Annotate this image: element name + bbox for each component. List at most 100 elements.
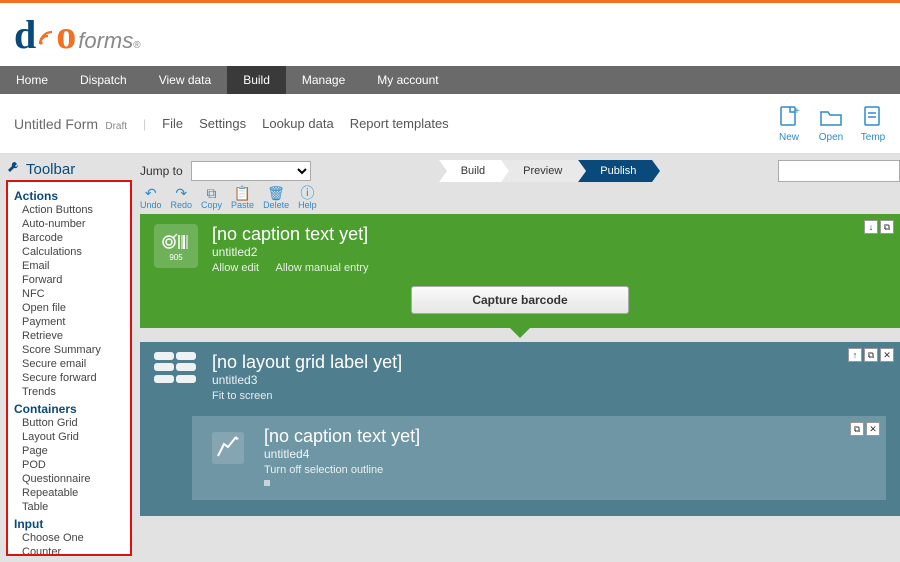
grid-caption: [no layout grid label yet]: [212, 352, 402, 373]
move-down-icon[interactable]: ↓: [864, 220, 878, 234]
toolbar-item[interactable]: Calculations: [14, 245, 124, 259]
toolbar-section-containers: Containers: [14, 402, 124, 416]
block-buttons: ↓ ⧉: [864, 220, 894, 234]
selection-dots: [264, 480, 420, 486]
action-row: ↶Undo ↷Redo ⧉Copy 📋Paste 🗑Delete ⓘHelp: [140, 186, 900, 210]
action-undo[interactable]: ↶Undo: [140, 186, 162, 210]
toolbar-item[interactable]: Action Buttons: [14, 203, 124, 217]
action-help[interactable]: ⓘHelp: [298, 186, 317, 210]
copy-icon[interactable]: ⧉: [880, 220, 894, 234]
nav-view-data[interactable]: View data: [143, 66, 227, 94]
sub-settings[interactable]: Settings: [199, 116, 246, 131]
jump-to-select[interactable]: [191, 161, 311, 181]
folder-open-icon: [818, 104, 844, 130]
copy-icon[interactable]: ⧉: [850, 422, 864, 436]
sub-file[interactable]: File: [162, 116, 183, 131]
step-preview[interactable]: Preview: [501, 160, 578, 182]
nav-home[interactable]: Home: [0, 66, 64, 94]
open-button[interactable]: Open: [818, 104, 844, 143]
toolbar-item[interactable]: Auto-number: [14, 217, 124, 231]
toolbar-item[interactable]: Button Grid: [14, 416, 124, 430]
redo-icon: ↷: [175, 186, 187, 200]
nav-dispatch[interactable]: Dispatch: [64, 66, 143, 94]
paste-icon: 📋: [234, 186, 251, 200]
canvas-column: Jump to Build Preview Publish ↶Undo ↷Redo…: [132, 154, 900, 562]
separator: |: [143, 117, 146, 131]
barcode-block[interactable]: ↓ ⧉ 905 [no caption text yet] untitled2 …: [140, 214, 900, 286]
workspace: Toolbar ActionsAction ButtonsAuto-number…: [0, 154, 900, 562]
template-label: Temp: [861, 132, 885, 143]
toolbar-heading-text: Toolbar: [26, 161, 75, 178]
action-paste[interactable]: 📋Paste: [231, 186, 254, 210]
toolbar-item[interactable]: Email: [14, 259, 124, 273]
capture-barcode-button[interactable]: Capture barcode: [411, 286, 628, 314]
toolbar-item[interactable]: Counter: [14, 545, 124, 556]
barcode-caption: [no caption text yet]: [212, 224, 382, 245]
draft-badge: Draft: [105, 121, 127, 132]
toolbar-item[interactable]: Table: [14, 500, 124, 514]
new-file-icon: +: [776, 104, 802, 130]
signature-icon: [206, 426, 250, 470]
block-connector-icon: [510, 328, 530, 338]
toolbar-item[interactable]: Choose One: [14, 531, 124, 545]
toolbar-item[interactable]: Payment: [14, 315, 124, 329]
jump-to-label: Jump to: [140, 164, 183, 178]
toolbar-column: Toolbar ActionsAction ButtonsAuto-number…: [0, 154, 132, 562]
signature-caption: [no caption text yet]: [264, 426, 420, 447]
action-copy[interactable]: ⧉Copy: [201, 186, 222, 210]
toolbar-item[interactable]: Layout Grid: [14, 430, 124, 444]
nav-build[interactable]: Build: [227, 66, 286, 94]
form-title[interactable]: Untitled Form: [14, 116, 98, 132]
toolbar-item[interactable]: Barcode: [14, 231, 124, 245]
toolbar-item[interactable]: NFC: [14, 287, 124, 301]
search-input[interactable]: [778, 160, 900, 182]
delete-icon[interactable]: ✕: [880, 348, 894, 362]
signature-block[interactable]: ⧉ ✕ [no caption text yet] untitled4 Turn…: [192, 416, 886, 500]
toolbar-item[interactable]: Secure forward: [14, 371, 124, 385]
toolbar-heading: Toolbar: [6, 160, 132, 178]
main-nav: Home Dispatch View data Build Manage My …: [0, 66, 900, 94]
template-button[interactable]: Temp: [860, 104, 886, 143]
layout-grid-block[interactable]: ↑ ⧉ ✕ [no layout grid label yet] untitle…: [140, 342, 900, 416]
toolbar-item[interactable]: POD: [14, 458, 124, 472]
nav-manage[interactable]: Manage: [286, 66, 361, 94]
move-up-icon[interactable]: ↑: [848, 348, 862, 362]
copy-icon[interactable]: ⧉: [864, 348, 878, 362]
nav-my-account[interactable]: My account: [361, 66, 454, 94]
svg-text:+: +: [794, 106, 800, 117]
step-publish[interactable]: Publish: [578, 160, 652, 182]
signature-opt-outline: Turn off selection outline: [264, 464, 383, 476]
toolbar-item[interactable]: Secure email: [14, 357, 124, 371]
new-button[interactable]: + New: [776, 104, 802, 143]
capture-row: Capture barcode: [140, 286, 900, 328]
logo-o: o: [56, 11, 76, 58]
wrench-icon: [6, 160, 20, 178]
step-chevrons: Build Preview Publish: [439, 160, 653, 182]
action-redo[interactable]: ↷Redo: [171, 186, 193, 210]
sub-report-templates[interactable]: Report templates: [350, 116, 449, 131]
toolbar-item[interactable]: Forward: [14, 273, 124, 287]
toolbar-item[interactable]: Questionnaire: [14, 472, 124, 486]
toolbar-item[interactable]: Score Summary: [14, 343, 124, 357]
toolbar-item[interactable]: Trends: [14, 385, 124, 399]
step-build[interactable]: Build: [439, 160, 501, 182]
canvas-top-row: Jump to Build Preview Publish: [140, 160, 900, 182]
barcode-opt-allow-edit: Allow edit: [212, 262, 259, 274]
barcode-options: Allow edit Allow manual entry: [212, 262, 382, 274]
logo-d: d: [14, 11, 36, 58]
grid-name: untitled3: [212, 373, 402, 387]
new-label: New: [779, 132, 799, 143]
template-icon: [860, 104, 886, 130]
open-label: Open: [819, 132, 843, 143]
sub-lookup-data[interactable]: Lookup data: [262, 116, 334, 131]
toolbar-item[interactable]: Page: [14, 444, 124, 458]
toolbar-item[interactable]: Retrieve: [14, 329, 124, 343]
block-buttons: ⧉ ✕: [850, 422, 880, 436]
toolbar-item[interactable]: Open file: [14, 301, 124, 315]
toolbar-item[interactable]: Repeatable: [14, 486, 124, 500]
action-delete[interactable]: 🗑Delete: [263, 186, 289, 210]
logo[interactable]: d o forms ®: [14, 11, 141, 58]
delete-icon[interactable]: ✕: [866, 422, 880, 436]
toolbar-section-actions: Actions: [14, 189, 124, 203]
sub-bar: Untitled Form Draft | File Settings Look…: [0, 94, 900, 154]
